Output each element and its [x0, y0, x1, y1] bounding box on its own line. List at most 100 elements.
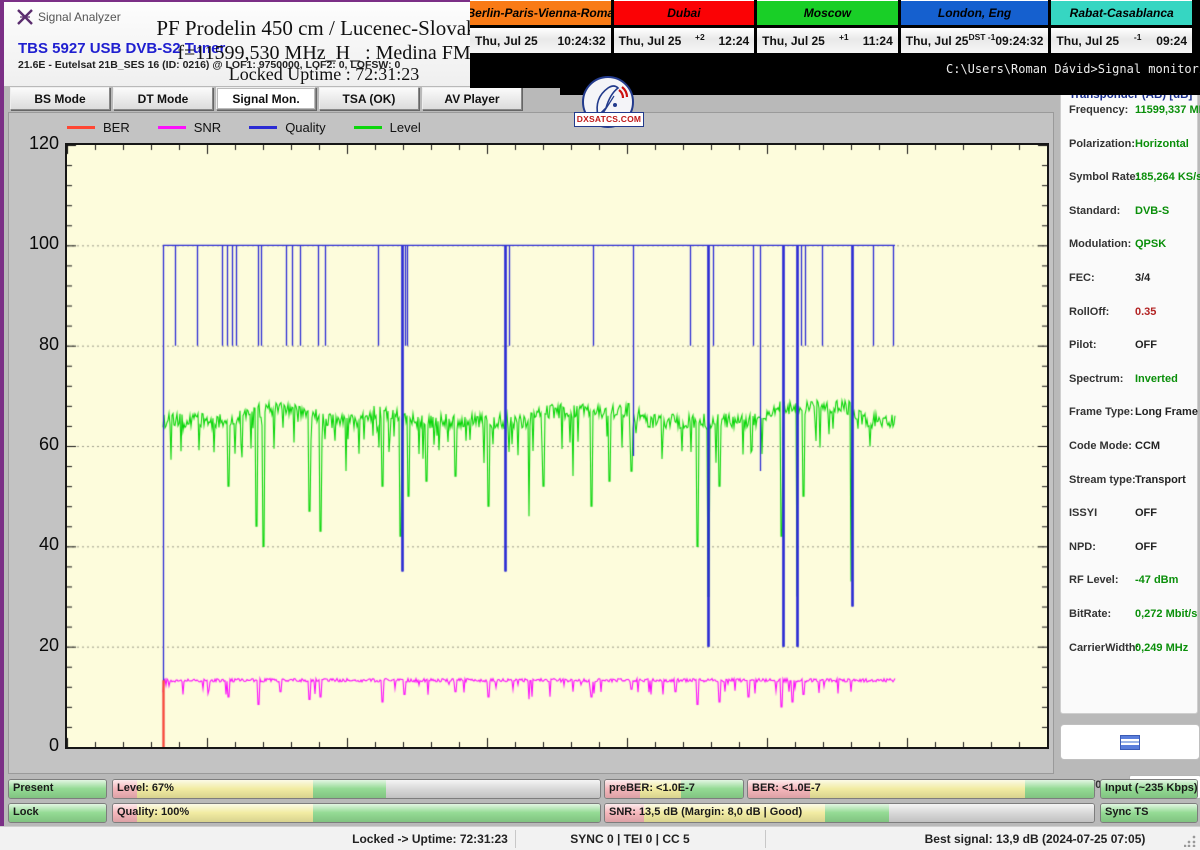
indicator-segment — [810, 780, 1025, 798]
legend-label: Level — [390, 120, 421, 135]
indicator-label: Present — [13, 782, 53, 794]
window-title: Signal Analyzer — [38, 10, 121, 24]
transponder-row-value: -47 dBm — [1135, 574, 1178, 586]
legend-label: BER — [103, 120, 130, 135]
tab-bs-mode[interactable]: BS Mode — [10, 87, 110, 110]
status-section: Best signal: 13,9 dB (2024-07-25 07:05) — [925, 832, 1146, 846]
frequency-title: f=11599,530 MHz_H_ : Medina FM — [124, 42, 524, 65]
transponder-row-value: 185,264 KS/s — [1135, 171, 1200, 183]
y-axis-tick-label: 100 — [15, 233, 59, 254]
transponder-row-label: Pilot: — [1069, 339, 1097, 351]
legend-item-quality: Quality — [249, 120, 325, 135]
clock-city: Berlin-Paris-Vienna-Roma — [470, 0, 611, 25]
legend-swatch — [67, 126, 95, 129]
indicator-present: Present — [8, 779, 107, 799]
clock-time: Thu, Jul 25-109:24 — [1051, 28, 1192, 53]
transponder-row-value: 0.35 — [1135, 306, 1156, 318]
indicator-segment — [889, 804, 1094, 822]
transponder-row-label: Standard: — [1069, 205, 1120, 217]
y-axis-tick-label: 120 — [15, 133, 59, 154]
indicator-quality: Quality: 100% — [112, 803, 601, 823]
transponder-row-label: ISSYI — [1069, 507, 1097, 519]
status-divider — [765, 830, 766, 848]
legend-item-ber: BER — [67, 120, 130, 135]
tab-signal-mon-[interactable]: Signal Mon. — [216, 87, 316, 110]
transponder-row-value: 0,272 Mbit/s — [1135, 608, 1197, 620]
transponder-row-label: RollOff: — [1069, 306, 1109, 318]
transponder-row-value: Transport — [1135, 474, 1186, 486]
indicator-label: Level: 67% — [117, 782, 174, 794]
indicator-level: Level: 67% — [112, 779, 601, 799]
transponder-row-label: Frequency: — [1069, 104, 1128, 116]
indicator-segment — [386, 780, 600, 798]
indicator-snr: SNR: 13,5 dB (Margin: 8,0 dB | Good) — [604, 803, 1095, 823]
transponder-row-label: Symbol Rate: — [1069, 171, 1139, 183]
transponder-row-value: 3/4 — [1135, 272, 1150, 284]
legend-item-snr: SNR — [158, 120, 221, 135]
signal-analyzer-window: Signal Analyzer TBS 5927 USB DVB-S2 Tune… — [0, 0, 1200, 850]
transponder-row-label: RF Level: — [1069, 574, 1119, 586]
window-border-left — [0, 0, 4, 826]
clock-time: Thu, Jul 25+212:24 — [614, 28, 755, 53]
status-bar: Locked -> Uptime: 72:31:23 SYNC 0 | TEI 0… — [0, 826, 1200, 850]
indicator-label: BER: <1.0E-7 — [752, 782, 821, 794]
resize-grip[interactable] — [1184, 835, 1196, 847]
y-axis-tick-label: 20 — [15, 635, 59, 656]
overlay-panel: Berlin-Paris-Vienna-RomaDubaiMoscowLondo… — [470, 0, 1200, 88]
plot-area — [65, 143, 1049, 749]
world-clocks: Berlin-Paris-Vienna-RomaDubaiMoscowLondo… — [470, 0, 1192, 53]
indicator-label: Sync TS — [1105, 806, 1148, 818]
indicator-label: Input (~235 Kbps) — [1105, 782, 1198, 794]
indicator-lock: Lock — [8, 803, 107, 823]
y-axis-tick-label: 40 — [15, 534, 59, 555]
y-axis-tick-label: 60 — [15, 434, 59, 455]
indicator-segment — [1025, 780, 1094, 798]
app-icon — [16, 8, 34, 26]
stream-list-icon — [1120, 735, 1140, 750]
tab-dt-mode[interactable]: DT Mode — [113, 87, 213, 110]
indicator-ber: BER: <1.0E-7 — [747, 779, 1095, 799]
legend-swatch — [249, 126, 277, 129]
indicator-label: preBER: <1.0E-7 — [609, 782, 695, 794]
indicator-label: SNR: 13,5 dB (Margin: 8,0 dB | Good) — [609, 806, 802, 818]
window-border-top — [0, 0, 470, 2]
clock-time: Thu, Jul 25DST -109:24:32 — [901, 28, 1049, 53]
status-section: Locked -> Uptime: 72:31:23 — [352, 832, 508, 846]
y-axis-tick-label: 0 — [15, 735, 59, 756]
transponder-row-value: OFF — [1135, 339, 1157, 351]
clock-time: Thu, Jul 25+111:24 — [757, 28, 898, 53]
stream-list-button[interactable] — [1060, 724, 1200, 760]
transponder-row-value: QPSK — [1135, 238, 1166, 250]
indicator-preber: preBER: <1.0E-7 — [604, 779, 744, 799]
dxsatcs-logo-text: DXSATCS.COM — [574, 112, 644, 127]
indicator-segment — [313, 804, 600, 822]
transponder-row-value: 11599,337 MHz — [1135, 104, 1200, 116]
legend-item-level: Level — [354, 120, 421, 135]
transponder-row-label: Modulation: — [1069, 238, 1131, 250]
status-divider — [515, 830, 516, 848]
legend-label: Quality — [285, 120, 325, 135]
tab-av-player[interactable]: AV Player — [422, 87, 522, 110]
transponder-row-value: OFF — [1135, 541, 1157, 553]
signal-chart — [67, 145, 1047, 747]
transponder-row-value: 0,249 MHz — [1135, 642, 1188, 654]
tab-tsa-ok-[interactable]: TSA (OK) — [319, 87, 419, 110]
transponder-row-value: Long Frame — [1135, 406, 1198, 418]
indicator-input-235-kbps-: Input (~235 Kbps) — [1100, 779, 1198, 799]
indicator-segment — [825, 804, 889, 822]
transponder-row-label: Frame Type: — [1069, 406, 1134, 418]
indicator-label: Lock — [13, 806, 39, 818]
chart-legend: BER SNR Quality Level — [67, 117, 421, 137]
indicator-sync-ts: Sync TS — [1100, 803, 1198, 823]
locked-uptime-title: Locked Uptime : 72:31:23 — [124, 64, 524, 85]
clock-city: Dubai — [614, 0, 755, 25]
transponder-row-value: CCM — [1135, 440, 1160, 452]
mode-tabs: BS ModeDT ModeSignal Mon.TSA (OK)AV Play… — [10, 87, 522, 110]
transponder-row-label: NPD: — [1069, 541, 1096, 553]
status-section: SYNC 0 | TEI 0 | CC 5 — [570, 832, 689, 846]
indicator-label: Quality: 100% — [117, 806, 189, 818]
clock-city: London, Eng — [901, 0, 1049, 25]
y-axis-tick-label: 80 — [15, 334, 59, 355]
clock-time: Thu, Jul 2510:24:32 — [470, 28, 611, 53]
transponder-row-label: Code Mode: — [1069, 440, 1132, 452]
